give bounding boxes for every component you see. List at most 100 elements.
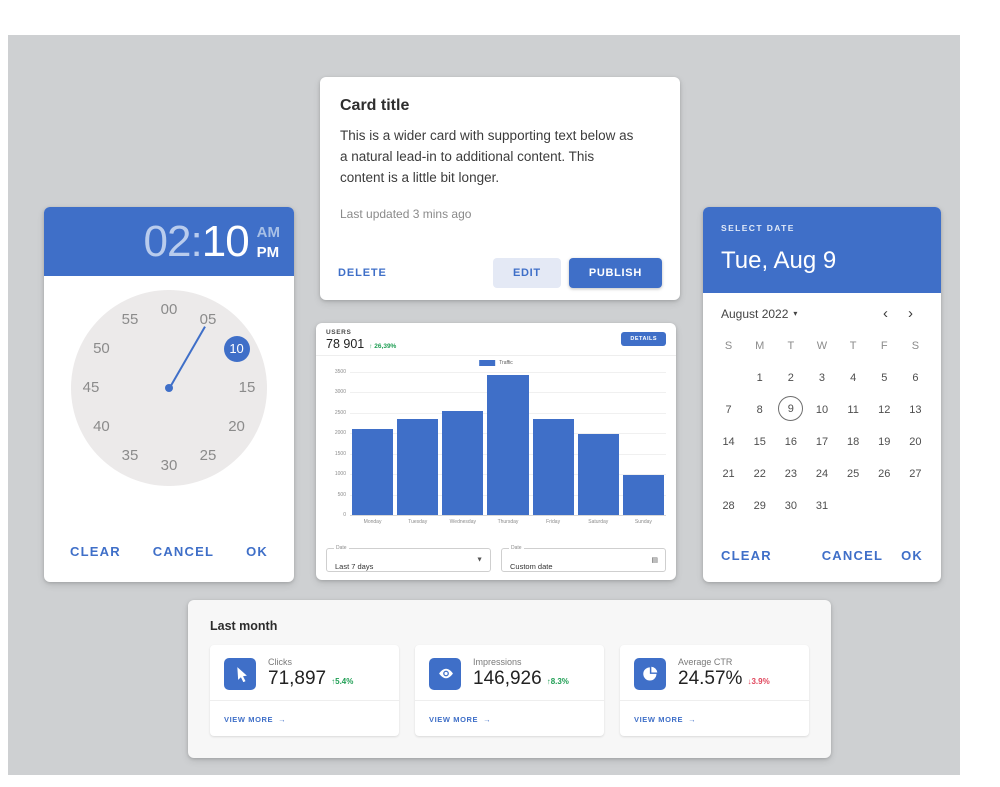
clock-face[interactable]: 00 05 10 15 20 25 30 35 40 45 50 55 <box>71 290 267 486</box>
calendar-day[interactable]: 10 <box>806 396 837 424</box>
clock-number[interactable]: 55 <box>115 309 145 331</box>
date-clear-button[interactable]: CLEAR <box>721 548 772 563</box>
prev-month-button[interactable]: ‹ <box>873 305 898 322</box>
chart-y-tick: 3000 <box>334 389 346 396</box>
stat-value-row: 71,897 ↑5.4% <box>268 668 353 690</box>
clock-number[interactable]: 35 <box>115 445 145 467</box>
users-chart-card: USERS 78 901 ↑ 26,39% DETAILS Traffic 0 5… <box>316 323 676 580</box>
calendar-day[interactable]: 7 <box>713 396 744 424</box>
calendar-day[interactable]: 14 <box>713 428 744 456</box>
time-clear-button[interactable]: CLEAR <box>70 544 121 559</box>
chart-bar[interactable] <box>577 434 619 515</box>
view-more-button[interactable]: VIEW MORE → <box>224 715 286 724</box>
date-range-label: Date <box>334 545 349 551</box>
cursor-click-icon <box>224 657 256 690</box>
bar-chart: Traffic 0 500 1000 1500 2000 2500 3000 3500 Mon… <box>324 360 668 535</box>
calendar-day[interactable]: 20 <box>900 428 931 456</box>
calendar-weekday: S <box>911 340 920 352</box>
time-cancel-button[interactable]: CANCEL <box>153 544 214 559</box>
pm-option[interactable]: PM <box>257 243 280 263</box>
view-more-button[interactable]: VIEW MORE → <box>634 715 696 724</box>
stat-card-text: Clicks 71,897 ↑5.4% <box>268 657 353 690</box>
chart-value-row: 78 901 ↑ 26,39% <box>326 337 666 351</box>
calendar-day[interactable]: 21 <box>713 460 744 488</box>
clock-number[interactable]: 40 <box>86 416 116 438</box>
minutes-value[interactable]: 10 <box>202 217 250 266</box>
date-ok-button[interactable]: OK <box>901 548 923 563</box>
calendar-icon[interactable]: ▤ <box>651 556 658 564</box>
card-title: Card title <box>340 97 410 114</box>
calendar-weekday: S <box>724 340 733 352</box>
calendar-day-today[interactable]: 9 <box>778 396 804 421</box>
chevron-down-icon[interactable]: ▼ <box>476 557 483 564</box>
calendar-day[interactable]: 17 <box>806 428 837 456</box>
calendar-day[interactable]: 28 <box>713 492 744 520</box>
pie-chart-icon <box>634 657 666 690</box>
view-more-button[interactable]: VIEW MORE → <box>429 715 491 724</box>
hours-value[interactable]: 02 <box>144 217 192 266</box>
selected-date-display[interactable]: Tue, Aug 9 <box>721 247 923 275</box>
clock-number[interactable]: 15 <box>232 377 262 399</box>
details-button[interactable]: DETAILS <box>621 332 666 346</box>
view-more-label: VIEW MORE <box>429 715 479 724</box>
calendar-day[interactable]: 11 <box>838 396 869 424</box>
date-cancel-button[interactable]: CANCEL <box>822 548 883 563</box>
calendar-day[interactable]: 27 <box>900 460 931 488</box>
date-range-select[interactable]: Date Last 7 days ▼ <box>326 545 491 572</box>
clock-number[interactable]: 00 <box>154 299 184 321</box>
clock-number[interactable]: 20 <box>222 416 252 438</box>
chart-bar-group: Sunday <box>622 372 664 525</box>
clock-number[interactable]: 45 <box>76 377 106 399</box>
clock-number[interactable]: 50 <box>86 338 116 360</box>
chart-bar[interactable] <box>532 418 574 515</box>
month-year-dropdown[interactable]: August 2022 ▾ <box>721 307 797 321</box>
calendar-day[interactable]: 26 <box>869 460 900 488</box>
publish-button[interactable]: PUBLISH <box>568 258 662 288</box>
am-option[interactable]: AM <box>257 223 280 243</box>
calendar-day[interactable]: 25 <box>838 460 869 488</box>
calendar-day[interactable]: 24 <box>806 460 837 488</box>
calendar-day[interactable]: 8 <box>744 396 775 424</box>
chart-y-tick: 2500 <box>334 409 346 416</box>
calendar-day[interactable]: 19 <box>869 428 900 456</box>
calendar-day[interactable]: 16 <box>775 428 806 456</box>
chart-y-tick: 3500 <box>334 369 346 375</box>
chart-bar[interactable] <box>622 474 664 515</box>
chart-bar[interactable] <box>487 375 529 515</box>
calendar-day[interactable]: 31 <box>806 492 837 520</box>
clock-number-selected[interactable]: 10 <box>223 336 250 362</box>
view-more-label: VIEW MORE <box>634 715 684 724</box>
edit-button[interactable]: EDIT <box>492 258 561 288</box>
chart-bar[interactable] <box>352 428 394 515</box>
calendar-day[interactable]: 6 <box>900 364 931 392</box>
calendar-day[interactable]: 30 <box>775 492 806 520</box>
clock-number[interactable]: 25 <box>193 445 223 467</box>
stat-card-footer: VIEW MORE → <box>620 700 809 736</box>
calendar-day[interactable]: 18 <box>838 428 869 456</box>
am-pm-toggle[interactable]: AM PM <box>257 220 280 264</box>
clock-number[interactable]: 05 <box>193 309 223 331</box>
calendar-day[interactable]: 22 <box>744 460 775 488</box>
stat-label: Impressions <box>473 657 522 667</box>
calendar-day[interactable]: 1 <box>744 364 775 392</box>
calendar-day[interactable]: 23 <box>775 460 806 488</box>
calendar-day[interactable]: 29 <box>744 492 775 520</box>
time-picker-body: 00 05 10 15 20 25 30 35 40 45 50 55 <box>44 276 294 516</box>
clock-number[interactable]: 30 <box>154 455 184 477</box>
content-card-footer: DELETE EDIT PUBLISH <box>320 246 680 300</box>
calendar-day[interactable]: 3 <box>806 364 837 392</box>
chart-bar[interactable] <box>442 411 484 515</box>
date-range-value: Last 7 days <box>335 562 374 571</box>
time-ok-button[interactable]: OK <box>246 544 268 559</box>
calendar-day[interactable]: 13 <box>900 396 931 424</box>
delete-button[interactable]: DELETE <box>338 267 387 279</box>
chart-bar[interactable] <box>397 419 439 515</box>
calendar-day[interactable]: 15 <box>744 428 775 456</box>
calendar-day[interactable]: 2 <box>775 364 806 392</box>
calendar-day[interactable]: 5 <box>869 364 900 392</box>
arrow-right-icon: → <box>688 715 697 724</box>
calendar-day[interactable]: 12 <box>869 396 900 424</box>
calendar-day[interactable]: 4 <box>838 364 869 392</box>
custom-date-input[interactable]: Date Custom date ▤ <box>501 545 666 572</box>
next-month-button[interactable]: › <box>898 305 923 322</box>
